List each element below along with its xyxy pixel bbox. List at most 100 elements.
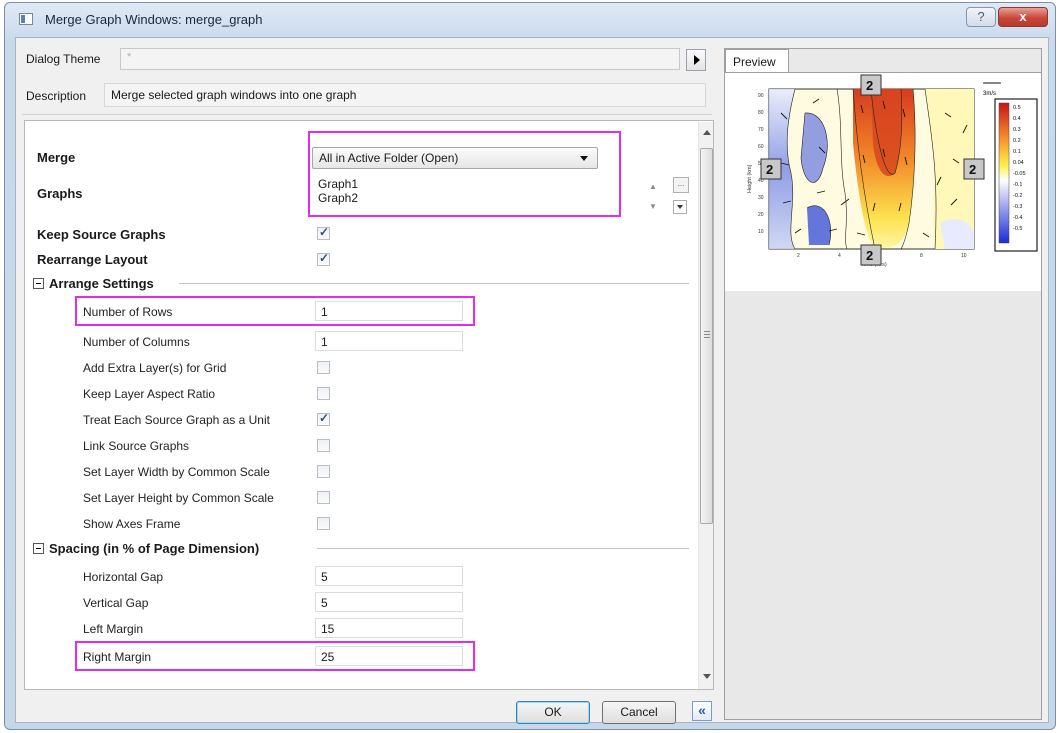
dialog-window: Merge Graph Windows: merge_graph ? x Dia…	[4, 2, 1056, 730]
settings-scrollbar[interactable]	[698, 122, 713, 689]
colorbar-label: -0.4	[1013, 215, 1022, 221]
preview-graph: 90 80 70 60 50 40 30 20 10 2 4 6	[725, 73, 1041, 291]
colorbar-label: -0.05	[1013, 171, 1026, 177]
list-scroll-up-icon[interactable]: ▲	[649, 182, 657, 191]
keep-source-checkbox[interactable]	[317, 225, 330, 240]
vertical-gap-value: 5	[321, 596, 328, 610]
window-title: Merge Graph Windows: merge_graph	[45, 12, 263, 27]
layer-badge-top: 2	[866, 78, 873, 93]
horizontal-gap-label: Horizontal Gap	[83, 570, 164, 584]
colorbar-label: 0.04	[1013, 160, 1024, 166]
y-tick-label: 60	[758, 144, 764, 150]
settings-tree: Merge All in Active Folder (Open) Graphs…	[24, 120, 714, 690]
aspect-ratio-label: Keep Layer Aspect Ratio	[83, 387, 216, 401]
graphs-label: Graphs	[37, 186, 83, 201]
collapse-icon[interactable]	[33, 543, 44, 554]
arrange-settings-section[interactable]: Arrange Settings	[27, 276, 697, 296]
treat-unit-checkbox[interactable]	[317, 411, 330, 426]
left-margin-input[interactable]: 15	[315, 618, 463, 638]
dialog-theme-combo[interactable]: *	[120, 48, 680, 70]
height-scale-label: Set Layer Height by Common Scale	[83, 491, 274, 505]
x-tick-label: 8	[920, 253, 923, 259]
grip-icon	[704, 331, 710, 338]
theme-menu-arrow-icon[interactable]	[686, 49, 706, 71]
scroll-up-icon[interactable]	[703, 130, 711, 135]
highlight-right-margin	[75, 641, 475, 671]
dialog-theme-label: Dialog Theme	[26, 52, 101, 66]
highlight-merge-graphs	[308, 131, 621, 217]
axes-frame-checkbox[interactable]	[317, 517, 330, 530]
graphs-menu-button[interactable]	[673, 200, 687, 214]
horizontal-gap-input[interactable]: 5	[315, 566, 463, 586]
colorbar-label: -0.5	[1013, 226, 1022, 232]
vertical-gap-input[interactable]: 5	[315, 592, 463, 612]
columns-input[interactable]: 1	[315, 331, 463, 351]
colorbar-label: 0.2	[1013, 138, 1021, 144]
tab-preview[interactable]: Preview	[725, 49, 789, 73]
description-box: Merge selected graph windows into one gr…	[104, 83, 706, 107]
left-margin-label: Left Margin	[83, 622, 144, 636]
horizontal-gap-value: 5	[321, 570, 328, 584]
x-tick-label: 10	[961, 253, 967, 259]
collapse-preview-button[interactable]: «	[692, 701, 712, 721]
ok-button[interactable]: OK	[516, 701, 590, 724]
extra-layers-checkbox[interactable]	[317, 361, 330, 374]
y-tick-label: 20	[758, 212, 764, 218]
spacing-section[interactable]: Spacing (in % of Page Dimension)	[27, 541, 697, 561]
highlight-number-of-rows	[75, 296, 475, 326]
link-graphs-checkbox[interactable]	[317, 439, 330, 452]
colorbar-label: -0.1	[1013, 182, 1022, 188]
title-bar: Merge Graph Windows: merge_graph ? x	[5, 3, 1055, 37]
merge-label: Merge	[37, 150, 76, 165]
description-label: Description	[26, 89, 87, 103]
vertical-gap-label: Vertical Gap	[83, 596, 149, 610]
section-rule	[179, 283, 689, 284]
spacing-title: Spacing (in % of Page Dimension)	[49, 541, 260, 556]
height-scale-checkbox[interactable]	[317, 491, 330, 504]
scroll-thumb[interactable]	[700, 148, 713, 524]
layer-badge-left: 2	[766, 162, 773, 177]
rearrange-checkbox[interactable]	[317, 251, 330, 266]
preview-panel: Preview 90 80 70 60 40 30 20 10 2 4 8 10…	[724, 48, 1042, 720]
colorbar-label: 0.5	[1013, 105, 1021, 111]
description-text: Merge selected graph windows into one gr…	[111, 88, 357, 102]
treat-unit-label: Treat Each Source Graph as a Unit	[83, 413, 270, 427]
width-scale-label: Set Layer Width by Common Scale	[83, 465, 270, 479]
preview-body: 90 80 70 60 50 40 30 20 10 2 4 6	[725, 72, 1041, 719]
link-graphs-label: Link Source Graphs	[83, 439, 190, 453]
scroll-down-icon[interactable]	[703, 674, 711, 679]
extra-layers-label: Add Extra Layer(s) for Grid	[83, 361, 227, 375]
y-tick-label: 70	[758, 127, 764, 133]
arrange-settings-title: Arrange Settings	[49, 276, 154, 291]
list-scroll-down-icon[interactable]: ▼	[649, 202, 657, 211]
contour-plot: 90 80 70 60 50 40 30 20 10 2 4 6	[747, 74, 1038, 268]
rearrange-label: Rearrange Layout	[37, 252, 148, 267]
left-margin-value: 15	[321, 622, 335, 636]
keep-source-label: Keep Source Graphs	[37, 227, 166, 242]
colorbar-label: -0.2	[1013, 193, 1022, 199]
colorbar-label: 0.4	[1013, 116, 1021, 122]
aspect-ratio-checkbox[interactable]	[317, 387, 330, 400]
colorbar-label: 0.1	[1013, 149, 1021, 155]
layer-badge-right: 2	[969, 162, 976, 177]
collapse-icon[interactable]	[33, 278, 44, 289]
section-rule	[317, 548, 689, 549]
width-scale-checkbox[interactable]	[317, 465, 330, 478]
x-tick-label: 4	[838, 253, 841, 259]
columns-value: 1	[321, 335, 328, 349]
cancel-button[interactable]: Cancel	[602, 701, 676, 724]
y-tick-label: 30	[758, 195, 764, 201]
dialog-theme-value: *	[127, 51, 132, 63]
y-tick-label: 10	[758, 229, 764, 235]
dialog-client-area: Dialog Theme * Description Merge selecte…	[15, 37, 1049, 724]
window-icon	[19, 13, 33, 25]
help-button[interactable]: ?	[966, 7, 996, 27]
close-button[interactable]: x	[998, 7, 1048, 27]
browse-graphs-button[interactable]: ...	[673, 177, 689, 193]
columns-label: Number of Columns	[83, 335, 190, 349]
vector-scale-label: 3m/s	[983, 91, 996, 97]
y-axis-label: Height (km)	[747, 164, 753, 193]
colorbar-label: 0.3	[1013, 127, 1021, 133]
y-tick-label: 80	[758, 110, 764, 116]
y-tick-label: 90	[758, 93, 764, 99]
